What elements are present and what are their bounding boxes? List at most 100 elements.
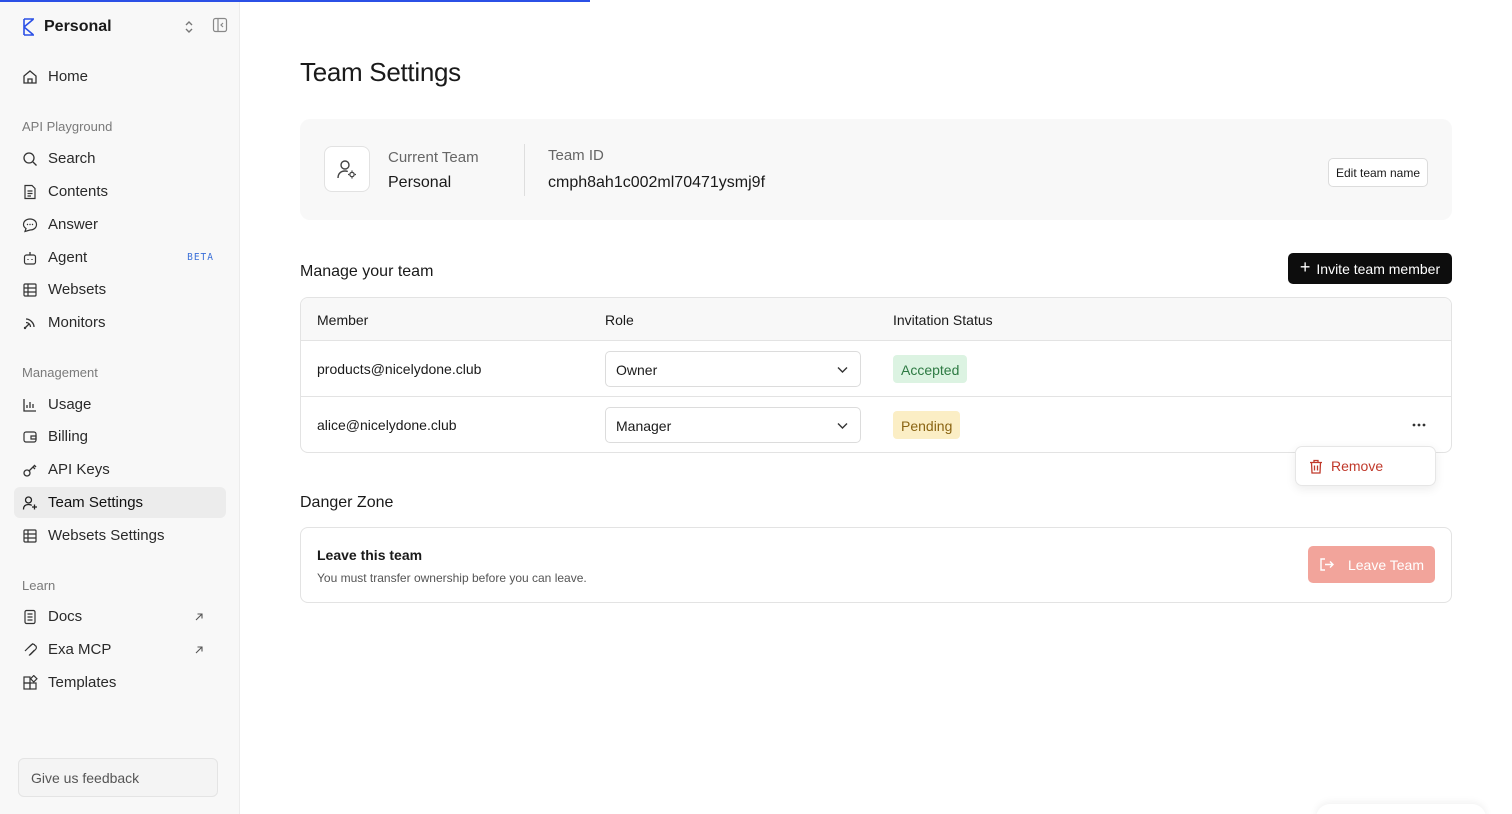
- danger-zone-title: Danger Zone: [300, 494, 394, 511]
- sidebar-item-api-keys[interactable]: API Keys: [14, 454, 226, 485]
- feedback-button[interactable]: Give us feedback: [18, 758, 218, 797]
- sidebar-item-label: Templates: [48, 674, 117, 691]
- leave-team-label: Leave Team: [1347, 556, 1424, 573]
- leave-team-button[interactable]: Leave Team: [1308, 546, 1435, 583]
- sidebar-item-label: API Keys: [48, 461, 110, 478]
- sidebar-item-label: Search: [48, 150, 96, 167]
- page-title: Team Settings: [300, 57, 461, 87]
- trash-icon: [1310, 459, 1322, 474]
- home-icon: [23, 69, 37, 84]
- more-options-icon[interactable]: [1409, 415, 1429, 435]
- sidebar: Personal Home API Playground Search Cont…: [0, 0, 240, 814]
- team-avatar: [324, 146, 370, 192]
- search-icon: [23, 151, 37, 166]
- role-select[interactable]: Owner: [605, 351, 861, 387]
- exa-logo-icon: [23, 18, 34, 36]
- leave-team-card: Leave this team You must transfer owners…: [300, 527, 1452, 603]
- key-icon: [23, 464, 37, 477]
- sidebar-item-label: Answer: [48, 216, 99, 233]
- sidebar-item-agent[interactable]: Agent BETA: [14, 242, 226, 273]
- page-loading-bar: [0, 0, 590, 2]
- sidebar-collapse-icon[interactable]: [212, 17, 228, 33]
- sidebar-item-label: Exa MCP: [48, 641, 112, 658]
- remove-member-menu-item[interactable]: Remove: [1309, 458, 1383, 474]
- beta-badge: BETA: [187, 252, 214, 263]
- grid-icon: [23, 282, 37, 297]
- team-switcher[interactable]: Personal: [22, 16, 228, 38]
- column-header-invitation-status: Invitation Status: [893, 312, 993, 328]
- invite-button-label: Invite team member: [1316, 260, 1441, 277]
- sidebar-item-billing[interactable]: Billing: [14, 421, 226, 452]
- sidebar-section-learn: Learn: [22, 578, 56, 593]
- table-row: products@nicelydone.club Owner Accepted: [301, 341, 1451, 397]
- sidebar-item-label: Monitors: [48, 314, 106, 331]
- team-switcher-name: Personal: [44, 18, 112, 35]
- role-select-value: Owner: [616, 362, 658, 378]
- current-team-value: Personal: [388, 174, 452, 191]
- external-link-icon: [195, 645, 203, 653]
- wallet-icon: [23, 430, 37, 443]
- table-header: Member Role Invitation Status: [301, 298, 1451, 341]
- team-id-label: Team ID: [548, 147, 604, 164]
- external-link-icon: [195, 612, 203, 620]
- sidebar-item-search[interactable]: Search: [14, 143, 226, 174]
- sidebar-item-templates[interactable]: Templates: [14, 667, 226, 698]
- sidebar-item-label: Websets Settings: [48, 527, 165, 544]
- sidebar-item-label: Agent: [48, 249, 88, 266]
- templates-icon: [23, 674, 38, 690]
- plus-icon: +: [1299, 257, 1311, 277]
- edit-team-name-button[interactable]: Edit team name: [1328, 158, 1428, 187]
- robot-icon: [23, 251, 37, 265]
- leave-team-title: Leave this team: [317, 547, 423, 563]
- role-select-value: Manager: [616, 418, 672, 434]
- sidebar-item-exa-mcp[interactable]: Exa MCP: [14, 634, 226, 665]
- status-badge: Pending: [893, 411, 961, 439]
- chevron-down-icon: [837, 423, 848, 429]
- sidebar-section-api-playground: API Playground: [22, 119, 113, 134]
- current-team-label: Current Team: [388, 149, 479, 166]
- team-id-value: cmph8ah1c002ml70471ysmj9f: [548, 174, 766, 191]
- bar-chart-icon: [23, 398, 36, 412]
- sidebar-item-team-settings[interactable]: Team Settings: [14, 487, 226, 518]
- invite-team-member-button[interactable]: + Invite team member: [1288, 253, 1452, 284]
- signal-icon: [23, 317, 35, 329]
- current-team-card: Current Team Personal Team ID cmph8ah1c0…: [300, 119, 1452, 220]
- chevron-updown-icon[interactable]: [183, 19, 195, 35]
- sidebar-item-label: Billing: [48, 428, 89, 445]
- sidebar-item-label: Contents: [48, 183, 109, 200]
- chat-bubble-icon: [22, 217, 38, 232]
- status-badge: Accepted: [893, 355, 968, 383]
- column-header-member: Member: [317, 312, 369, 328]
- row-actions-menu: Remove: [1295, 446, 1436, 486]
- leave-team-description: You must transfer ownership before you c…: [317, 571, 587, 585]
- role-select[interactable]: Manager: [605, 407, 861, 443]
- members-table: Member Role Invitation Status products@n…: [300, 297, 1452, 453]
- sidebar-item-monitors[interactable]: Monitors: [14, 307, 226, 338]
- sidebar-item-label: Websets: [48, 281, 107, 298]
- sidebar-item-home[interactable]: Home: [14, 61, 226, 92]
- grid-icon: [23, 528, 37, 543]
- sidebar-item-usage[interactable]: Usage: [14, 389, 226, 420]
- sidebar-section-management: Management: [22, 365, 98, 380]
- sidebar-item-label: Home: [48, 68, 89, 85]
- divider: [524, 144, 525, 196]
- sidebar-item-answer[interactable]: Answer: [14, 209, 226, 240]
- sidebar-item-label: Team Settings: [48, 494, 144, 511]
- chevron-down-icon: [837, 367, 848, 373]
- table-row: alice@nicelydone.club Manager Pending: [301, 397, 1451, 452]
- member-email: products@nicelydone.club: [317, 361, 482, 377]
- sidebar-item-label: Docs: [48, 608, 83, 625]
- sidebar-item-contents[interactable]: Contents: [14, 176, 226, 207]
- sidebar-item-docs[interactable]: Docs: [14, 601, 226, 632]
- logout-icon: [1320, 558, 1334, 571]
- sidebar-item-label: Usage: [48, 396, 92, 413]
- remove-label: Remove: [1331, 458, 1384, 474]
- column-header-role: Role: [605, 312, 634, 328]
- floating-widget[interactable]: [1316, 804, 1486, 814]
- sidebar-item-websets[interactable]: Websets: [14, 274, 226, 305]
- sidebar-item-websets-settings[interactable]: Websets Settings: [14, 520, 226, 551]
- member-email: alice@nicelydone.club: [317, 417, 457, 433]
- doc-icon: [24, 609, 36, 624]
- user-settings-icon: [337, 160, 356, 179]
- user-plus-icon: [22, 495, 37, 510]
